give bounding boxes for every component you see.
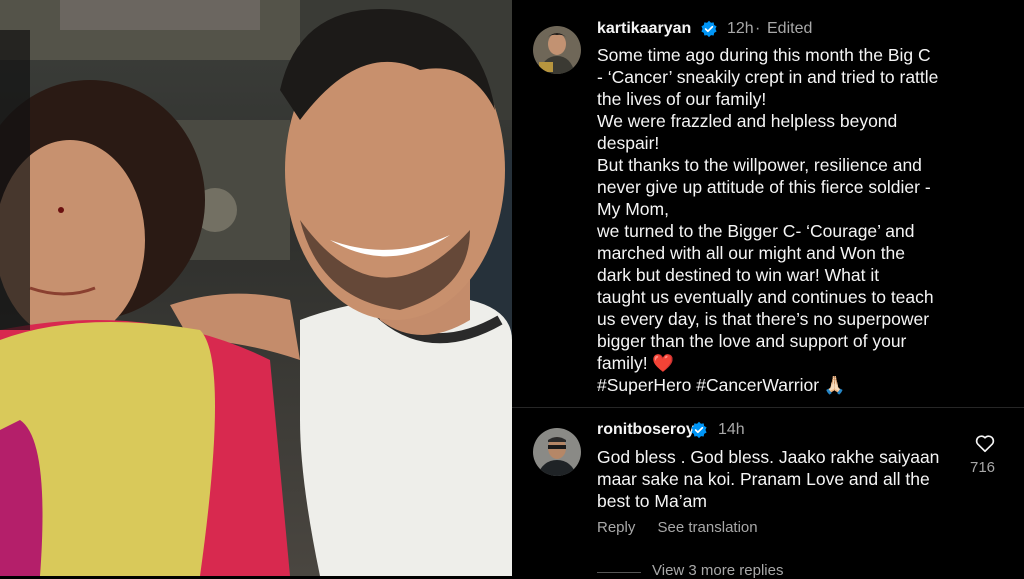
caption-line: we turned to the Bigger C- ‘Courage’ and (597, 221, 915, 241)
caption-line: My Mom, (597, 199, 669, 219)
caption-line: - ‘Cancer’ sneakily crept in and tried t… (597, 67, 939, 87)
caption-line: taught us eventually and continues to te… (597, 287, 934, 307)
post-time: 12h (727, 20, 754, 37)
caption-line: But thanks to the willpower, resilience … (597, 155, 922, 175)
commenter-username[interactable]: ronitboseroy (597, 421, 695, 439)
comment-text: God bless . God bless. Jaako rakhe saiya… (597, 446, 957, 512)
caption-line: despair! (597, 133, 660, 153)
caption-line: never give up attitude of this fierce so… (597, 177, 931, 197)
verified-badge-icon (701, 20, 717, 38)
see-translation-button[interactable]: See translation (658, 519, 758, 536)
commenter-avatar[interactable] (533, 428, 581, 476)
comment-line: maar sake na koi. Pranam Love and all th… (597, 469, 930, 489)
caption-hashtags[interactable]: #SuperHero #CancerWarrior 🙏🏻 (597, 374, 977, 396)
reply-button[interactable]: Reply (597, 519, 635, 536)
separator-dot: · (755, 20, 761, 37)
caption-line: We were frazzled and helpless beyond (597, 111, 898, 131)
post-photo[interactable] (0, 0, 512, 576)
comment-actions: Reply See translation (597, 519, 776, 536)
divider (512, 407, 1024, 408)
view-more-replies-button[interactable]: View 3 more replies (652, 562, 783, 579)
caption-line: the lives of our family! (597, 89, 767, 109)
author-username[interactable]: kartikaaryan (597, 20, 691, 38)
post-panel: kartikaaryan 12h · Edited Some time ago … (512, 0, 1024, 579)
comment-like-count: 716 (970, 459, 996, 476)
edited-label: Edited (767, 20, 813, 37)
caption-line: Some time ago during this month the Big … (597, 45, 931, 65)
heart-outline-icon[interactable] (974, 432, 996, 454)
caption-line: bigger than the love and support of your (597, 331, 907, 351)
caption-line: marched with all our might and Won the (597, 243, 906, 263)
verified-badge-icon (691, 421, 707, 439)
caption-line: us every day, is that there’s no superpo… (597, 309, 930, 329)
post-caption: Some time ago during this month the Big … (597, 44, 977, 396)
comment-line: God bless . God bless. Jaako rakhe saiya… (597, 447, 940, 467)
comment-line: best to Ma’am (597, 491, 707, 511)
caption-line: dark but destined to win war! What it (597, 265, 880, 285)
post-photo-illustration (0, 0, 512, 576)
author-avatar[interactable] (533, 26, 581, 74)
caption-line: family! ❤️ (597, 353, 675, 373)
view-replies-line (597, 572, 641, 573)
comment-time: 14h (718, 421, 745, 438)
